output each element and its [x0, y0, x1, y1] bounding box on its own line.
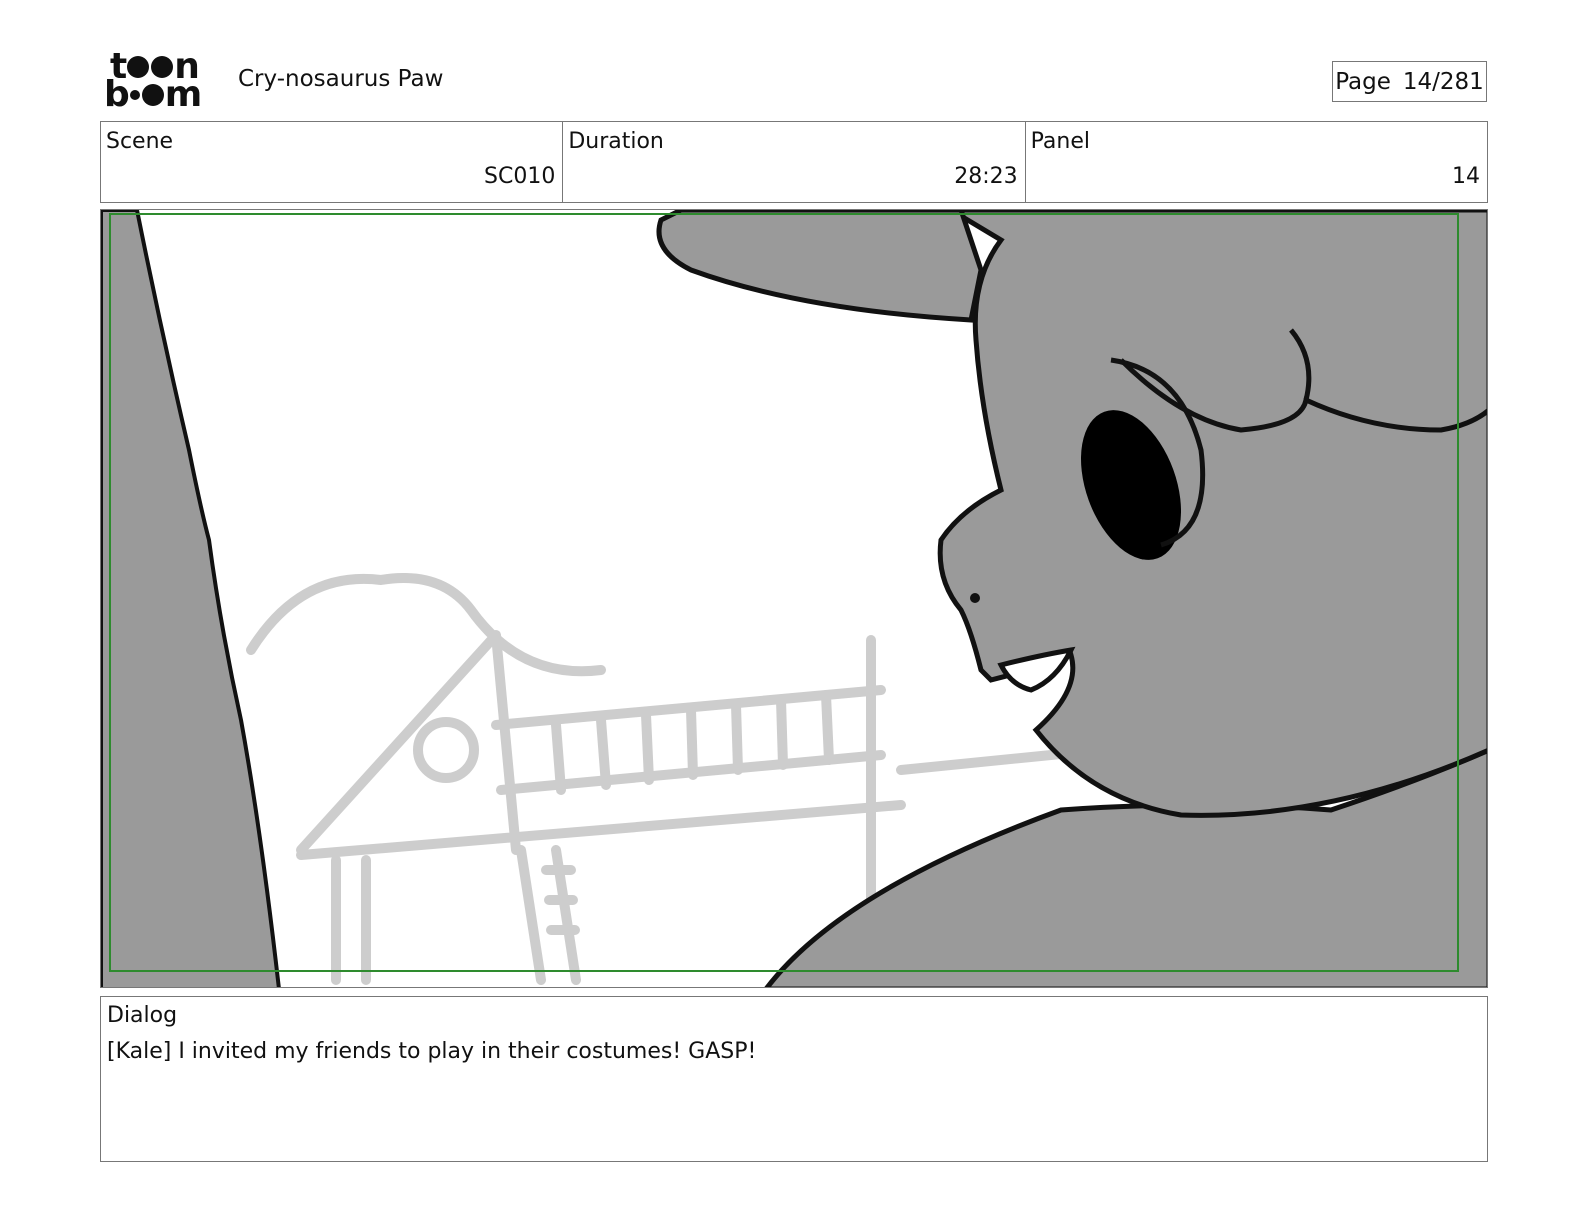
page-label: Page	[1335, 68, 1391, 95]
left-wall-shape	[101, 210, 281, 987]
duration-value: 28:23	[954, 164, 1018, 189]
scene-label: Scene	[106, 129, 174, 154]
duration-label: Duration	[568, 129, 664, 154]
storyboard-drawing	[101, 210, 1487, 987]
cap-brim	[656, 210, 984, 323]
page-number: 14/281	[1402, 68, 1484, 95]
page-indicator: Page 14/281	[1332, 61, 1487, 102]
panel-label: Panel	[1030, 129, 1091, 154]
project-title: Cry-nosaurus Paw	[238, 66, 444, 92]
scene-cell: Scene SC010	[101, 122, 564, 202]
duration-cell: Duration 28:23	[563, 122, 1026, 202]
dialog-box: Dialog [Kale] I invited my friends to pl…	[100, 996, 1488, 1162]
storyboard-panel-image	[100, 209, 1488, 988]
toon-boom-logo: tn bm	[104, 49, 216, 115]
panel-cell: Panel 14	[1026, 122, 1487, 202]
dialog-label: Dialog	[107, 1003, 178, 1028]
scene-value: SC010	[484, 164, 556, 189]
info-table: Scene SC010 Duration 28:23 Panel 14	[100, 121, 1488, 203]
logo-line-bottom: bm	[104, 74, 202, 115]
panel-value: 14	[1451, 164, 1480, 189]
dialog-text: [Kale] I invited my friends to play in t…	[107, 1039, 757, 1064]
character-head	[937, 210, 1487, 818]
